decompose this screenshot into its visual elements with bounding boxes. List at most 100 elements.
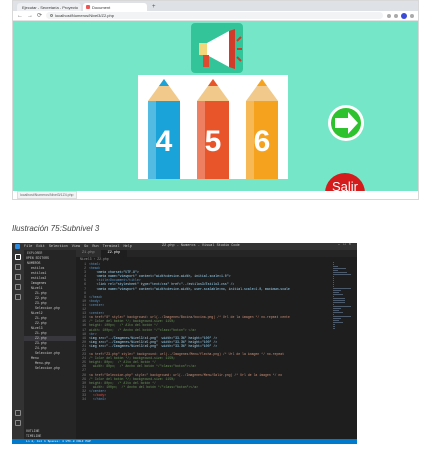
choice-number: 6 [254,125,271,158]
choice-number: 5 [205,125,222,158]
menu-edit[interactable]: Edit [36,245,44,249]
minimap-line [333,308,342,309]
minimap-line [333,262,335,263]
megaphone-icon [199,29,242,69]
editor-tab[interactable]: Z1.php [76,250,102,257]
pencil-icon: 6 [246,79,278,179]
browser-address-bar: ← → ⟳ localhost/Numeros/Nivel3/Z2.php [13,11,418,21]
minimap-line [333,326,335,327]
account-icon[interactable] [15,410,21,416]
minimap-line [333,296,335,297]
code-text: </html> [89,397,107,402]
minimap-line [333,304,335,305]
menu-icon[interactable] [410,13,414,18]
minimap-line [333,264,335,265]
profile-avatar[interactable] [401,12,407,19]
menu-view[interactable]: View [72,245,80,249]
reload-icon[interactable]: ⟳ [37,11,42,21]
window-controls[interactable]: –□× [338,243,354,247]
activity-bottom [12,406,24,430]
menu-help[interactable]: Help [123,245,131,249]
menu-file[interactable]: File [24,245,32,249]
activity-bar [12,250,24,444]
vscode-logo-icon [15,244,20,249]
pencil-tip [159,79,169,86]
new-tab-icon[interactable]: + [149,3,159,11]
settings-gear-icon[interactable] [15,420,21,426]
minimap-line [333,322,344,323]
file-tree: NUMEROS estilos estilos1 estilos2 Imagenes Ni… [24,261,76,371]
minimap-line [333,268,347,269]
file-tree-item[interactable]: Seleccion.php [24,366,76,371]
sidebar-footer: OUTLINE TIMELINE [24,429,76,439]
speaker-button[interactable] [191,23,243,73]
document-page: Ejecutar - Secretaría - Proyecto Documen… [0,0,442,458]
browser-tabbar: Ejecutar - Secretaría - Proyecto Documen… [13,1,418,11]
minimap-line [333,320,340,321]
minimap-line [333,270,338,271]
minimap-line [333,266,338,267]
window-title: Z2.php - Numeros - Visual Studio Code [162,244,240,248]
browser-screenshot: Ejecutar - Secretaría - Proyecto Documen… [12,0,419,200]
code-text: <img src="../Imagenes/Nivel3/z6.png" wid… [89,343,218,348]
code-editor[interactable]: 1 <html> 2 <head> 3 <meta charset="UTF-8"> 4 … [76,262,329,439]
minimap-line [333,276,335,277]
minimap-line [333,292,340,293]
line-number: 34 [82,397,86,402]
pencil-tip [257,79,267,86]
pencil-choice[interactable]: 5 [191,79,235,179]
status-bar: Ln 2, Col 1 Spaces: 4 UTF-8 CRLF PHP [12,439,357,444]
minimap-line [333,282,335,283]
url-text: localhost/Numeros/Nivel3/Z2.php [55,13,114,18]
extensions-icon[interactable] [394,13,398,18]
next-arrow-button[interactable] [326,103,366,143]
minimap-line [333,310,340,311]
minimap-line [333,306,351,307]
back-icon[interactable]: ← [17,11,23,21]
run-debug-icon[interactable] [15,284,21,290]
code-text: <center> [89,302,105,307]
minimap-line [333,294,344,295]
pencil-choice[interactable]: 6 [240,79,284,179]
browser-status-bar: localhost/Numeros/Nivel3/1Z4.php [13,191,418,199]
menu-go[interactable]: Go [84,245,88,249]
pencil-tip [208,79,218,86]
minimap-line [333,318,342,319]
editor-tab-active[interactable]: Z2.php [101,250,128,257]
explorer-icon[interactable] [15,254,21,260]
minimap-line [333,278,335,279]
minimap-line [333,314,335,315]
code-text: <meta name="viewport" content="width=dev… [89,286,290,291]
minimap[interactable] [333,262,351,439]
tab-label: Ejecutar - Secretaría - Proyecto [22,4,79,10]
menu-selection[interactable]: Selection [49,245,68,249]
minimap-line [333,286,335,287]
code-line: 34 </html> [76,397,329,401]
search-icon[interactable] [15,264,21,270]
url-field[interactable]: localhost/Numeros/Nivel3/Z2.php [46,12,383,19]
menu-run[interactable]: Run [92,245,98,249]
vscode-screenshot: File Edit Selection View Go Run Terminal… [12,243,357,444]
menu-terminal[interactable]: Terminal [103,245,120,249]
pencil-icon: 4 [148,79,180,179]
figure-caption: Ilustración 75:Subnivel 3 [12,224,100,233]
pencil-choice[interactable]: 4 [142,79,186,179]
minimap-line [333,300,346,301]
browser-toolbar-icons [387,12,414,19]
info-icon [50,14,54,17]
minimap-line [333,312,344,313]
minimap-line [333,280,335,281]
browser-tab-active[interactable]: Document [83,3,147,11]
arrow-right-icon [328,105,364,141]
explorer-sidebar: EXPLORER OPEN EDITORS NUMEROS estilos esti… [24,250,76,439]
forward-icon[interactable]: → [27,11,33,21]
minimap-line [333,284,335,285]
pencil-icon: 5 [197,79,229,179]
minimap-line [333,288,351,289]
status-url: localhost/Numeros/Nivel3/1Z4.php [17,191,77,199]
game-viewport: 4 5 6 Salir [13,21,418,199]
star-icon[interactable] [387,13,391,18]
extensions-icon[interactable] [15,294,21,300]
source-control-icon[interactable] [15,274,21,280]
code-text: width: 80px; /* Ancho del botón */"class… [89,364,197,369]
